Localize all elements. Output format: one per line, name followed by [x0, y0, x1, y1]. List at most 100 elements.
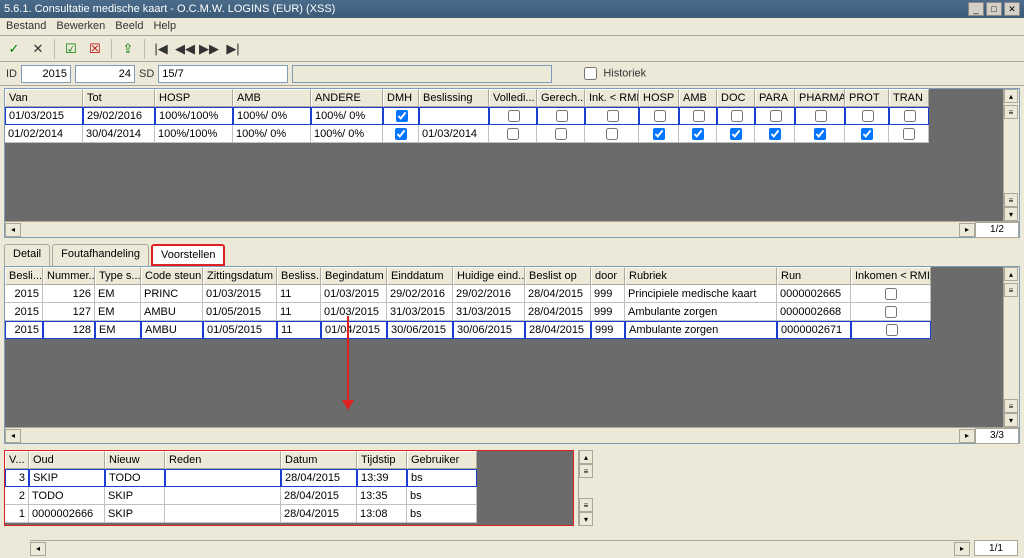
scroll-up-icon[interactable]: ▴: [579, 450, 593, 464]
table-row[interactable]: 2015127EMAMBU01/05/20151101/03/201531/03…: [5, 303, 1003, 321]
cell-checkbox[interactable]: [769, 128, 781, 140]
scroll-track[interactable]: [23, 429, 957, 443]
scroll-left-icon[interactable]: ◂: [5, 429, 21, 443]
nav-last-button[interactable]: ▶|: [223, 39, 243, 59]
col-rubriek[interactable]: Rubriek: [625, 267, 777, 285]
cell-checkbox[interactable]: [556, 110, 568, 122]
col-tijdstip[interactable]: Tijdstip: [357, 451, 407, 469]
cell-checkbox[interactable]: [693, 110, 705, 122]
close-button[interactable]: ✕: [1004, 2, 1020, 16]
scroll-down-icon[interactable]: ▾: [579, 512, 593, 526]
col-hosp[interactable]: HOSP: [155, 89, 233, 107]
scroll-down-icon[interactable]: ▾: [1004, 207, 1018, 221]
col-beslistop[interactable]: Beslist op: [525, 267, 591, 285]
scroll-btn-icon[interactable]: ≡: [1004, 105, 1018, 119]
scroll-btn-icon[interactable]: ≡: [1004, 283, 1018, 297]
scroll-up-icon[interactable]: ▴: [1004, 89, 1018, 103]
scroll-left-icon[interactable]: ◂: [30, 542, 46, 556]
menu-bestand[interactable]: Bestand: [6, 20, 46, 33]
cell-checkbox[interactable]: [903, 128, 915, 140]
col-einddatum[interactable]: Einddatum: [387, 267, 453, 285]
tab-foutafhandeling[interactable]: Foutafhandeling: [52, 244, 149, 266]
grid-periods-hscroll[interactable]: ◂ ▸ 1/2: [5, 221, 1019, 237]
col-tot[interactable]: Tot: [83, 89, 155, 107]
scroll-track[interactable]: [23, 223, 957, 237]
cell-checkbox[interactable]: [653, 128, 665, 140]
cell-checkbox[interactable]: [862, 110, 874, 122]
table-row[interactable]: 2015126EMPRINC01/03/20151101/03/201529/0…: [5, 285, 1003, 303]
col-zittingsdatum[interactable]: Zittingsdatum: [203, 267, 277, 285]
scroll-btn-icon[interactable]: ≡: [579, 464, 593, 478]
col-besli[interactable]: Besli...: [5, 267, 43, 285]
cell-checkbox[interactable]: [731, 110, 743, 122]
minimize-button[interactable]: _: [968, 2, 984, 16]
historiek-checkbox[interactable]: [584, 67, 597, 80]
col-prot[interactable]: PROT: [845, 89, 889, 107]
historiek-checkbox-wrap[interactable]: Historiek: [580, 64, 646, 83]
col-v[interactable]: V...: [5, 451, 29, 469]
grid-periods-vscroll[interactable]: ▴ ≡ ≡ ▾: [1003, 89, 1019, 221]
scroll-right-icon[interactable]: ▸: [959, 429, 975, 443]
maximize-button[interactable]: □: [986, 2, 1002, 16]
export-button[interactable]: ⇪: [118, 39, 138, 59]
col-nieuw[interactable]: Nieuw: [105, 451, 165, 469]
nav-prev-button[interactable]: ◀◀: [175, 39, 195, 59]
cell-checkbox[interactable]: [770, 110, 782, 122]
col-besliss[interactable]: Besliss...: [277, 267, 321, 285]
table-row[interactable]: 3SKIPTODO28/04/201513:39bs: [5, 469, 573, 487]
cell-checkbox[interactable]: [507, 128, 519, 140]
col-andere[interactable]: ANDERE: [311, 89, 383, 107]
cell-checkbox[interactable]: [555, 128, 567, 140]
menu-beeld[interactable]: Beeld: [115, 20, 143, 33]
col-hosp2[interactable]: HOSP: [639, 89, 679, 107]
cell-checkbox[interactable]: [395, 128, 407, 140]
col-run[interactable]: Run: [777, 267, 851, 285]
tab-voorstellen[interactable]: Voorstellen: [151, 244, 225, 266]
col-datum[interactable]: Datum: [281, 451, 357, 469]
table-row[interactable]: 2TODOSKIP28/04/201513:35bs: [5, 487, 573, 505]
scroll-btn-icon[interactable]: ≡: [1004, 399, 1018, 413]
scroll-up-icon[interactable]: ▴: [1004, 267, 1018, 281]
cell-checkbox[interactable]: [396, 110, 408, 122]
cell-checkbox[interactable]: [606, 128, 618, 140]
grid-voorstellen-vscroll[interactable]: ▴ ≡ ≡ ▾: [1003, 267, 1019, 427]
col-dmh[interactable]: DMH: [383, 89, 419, 107]
cell-checkbox[interactable]: [815, 110, 827, 122]
col-gebruiker[interactable]: Gebruiker: [407, 451, 477, 469]
col-begindatum[interactable]: Begindatum: [321, 267, 387, 285]
table-row[interactable]: 01/03/201529/02/2016100%/100%100%/ 0%100…: [5, 107, 1003, 125]
scroll-track[interactable]: [48, 542, 952, 556]
cell-checkbox[interactable]: [730, 128, 742, 140]
cell-checkbox[interactable]: [607, 110, 619, 122]
sd-input[interactable]: [158, 65, 288, 83]
col-codesteun[interactable]: Code steun: [141, 267, 203, 285]
ok-button[interactable]: ✓: [4, 39, 24, 59]
col-doc[interactable]: DOC: [717, 89, 755, 107]
id-year-input[interactable]: [21, 65, 71, 83]
cancel-button[interactable]: ✕: [28, 39, 48, 59]
cell-checkbox[interactable]: [814, 128, 826, 140]
col-inkomenrmi[interactable]: Inkomen < RMI: [851, 267, 931, 285]
cell-checkbox[interactable]: [885, 288, 897, 300]
grid-voorstellen-hscroll[interactable]: ◂ ▸ 3/3: [5, 427, 1019, 443]
cell-checkbox[interactable]: [861, 128, 873, 140]
col-inkrmi[interactable]: Ink. < RMI: [585, 89, 639, 107]
footer-hscroll[interactable]: ◂ ▸: [30, 540, 970, 556]
cell-checkbox[interactable]: [904, 110, 916, 122]
scroll-right-icon[interactable]: ▸: [954, 542, 970, 556]
scroll-btn-icon[interactable]: ≡: [579, 498, 593, 512]
menu-help[interactable]: Help: [153, 20, 176, 33]
col-amb[interactable]: AMB: [233, 89, 311, 107]
col-gerech[interactable]: Gerech...: [537, 89, 585, 107]
cell-checkbox[interactable]: [886, 324, 898, 336]
nav-first-button[interactable]: |◀: [151, 39, 171, 59]
id-num-input[interactable]: [75, 65, 135, 83]
col-tran[interactable]: TRAN: [889, 89, 929, 107]
cell-checkbox[interactable]: [508, 110, 520, 122]
col-volledi[interactable]: Volledi...: [489, 89, 537, 107]
scroll-down-icon[interactable]: ▾: [1004, 413, 1018, 427]
check-off-button[interactable]: ☒: [85, 39, 105, 59]
col-door[interactable]: door: [591, 267, 625, 285]
col-reden[interactable]: Reden: [165, 451, 281, 469]
table-row[interactable]: 01/02/201430/04/2014100%/100%100%/ 0%100…: [5, 125, 1003, 143]
